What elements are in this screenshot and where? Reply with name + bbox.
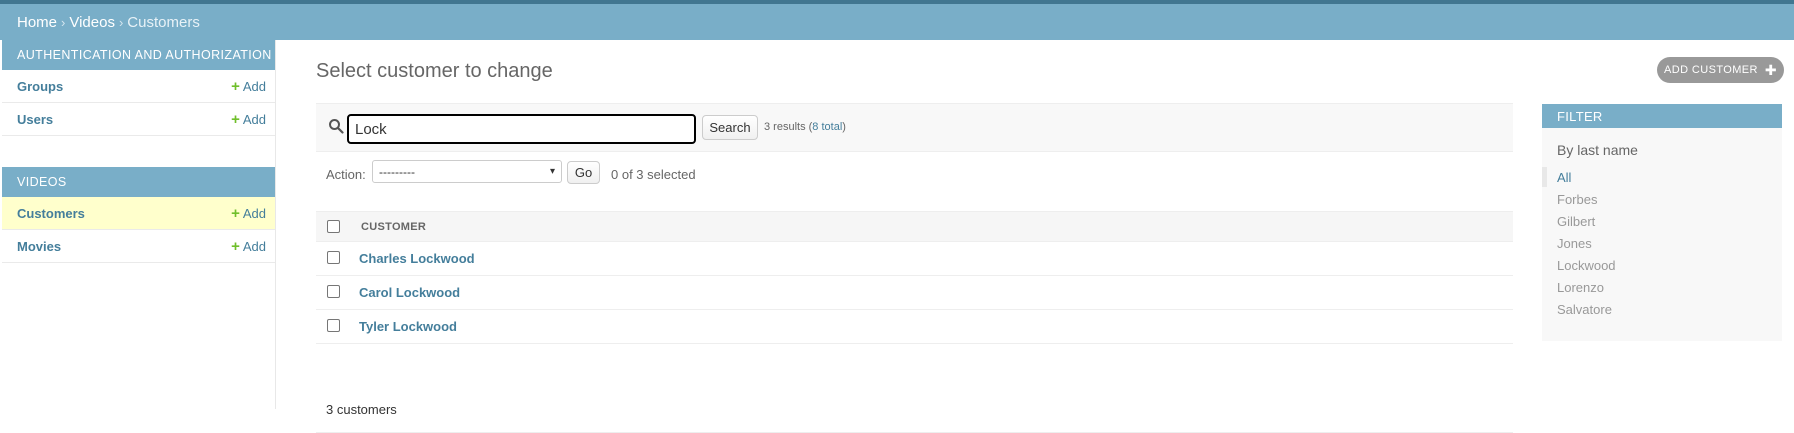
add-customer-label: ADD CUSTOMER [1664,64,1758,76]
breadcrumb-home-link[interactable]: Home [17,14,57,31]
column-header-customer[interactable]: CUSTOMER [361,221,426,233]
filter-item-all[interactable]: All [1542,166,1782,188]
customer-link[interactable]: Carol Lockwood [359,285,460,300]
add-link-label[interactable]: Add [243,112,266,127]
plus-icon: + [231,237,240,255]
action-select-value: --------- [379,164,415,179]
customer-link[interactable]: Charles Lockwood [359,251,475,266]
breadcrumb: Home › Videos › Customers [0,4,1794,40]
sidebar-item-groups[interactable]: Groups + Add [2,70,275,103]
search-button[interactable]: Search [702,115,758,140]
results-table: CUSTOMER Charles Lockwood Carol Lockwood… [316,211,1513,344]
filter-item-salvatore[interactable]: Salvatore [1542,298,1782,320]
table-row: Tyler Lockwood [316,310,1513,344]
breadcrumb-separator: › [118,14,124,30]
sidebar-item-users[interactable]: Users + Add [2,103,275,136]
result-count: 3 customers [326,402,397,417]
sidebar-nav: AUTHENTICATION AND AUTHORIZATION Groups … [0,40,276,409]
action-select[interactable]: --------- ▾ [372,160,562,183]
add-link-label[interactable]: Add [243,206,266,221]
add-group-link[interactable]: + Add [231,79,266,94]
table-row: Carol Lockwood [316,276,1513,310]
plus-icon: + [231,110,240,128]
add-customer-link[interactable]: + Add [231,206,266,221]
selected-count: 0 of 3 selected [611,167,696,182]
row-checkbox[interactable] [327,251,340,264]
row-checkbox[interactable] [327,319,340,332]
add-movie-link[interactable]: + Add [231,239,266,254]
sidebar-item-customers[interactable]: Customers + Add [2,197,275,230]
results-prefix: 3 results ( [764,121,813,133]
filter-item-forbes[interactable]: Forbes [1542,188,1782,210]
add-user-link[interactable]: + Add [231,112,266,127]
breadcrumb-videos-link[interactable]: Videos [69,14,115,31]
go-button[interactable]: Go [567,161,600,184]
plus-icon: ✚ [1764,61,1777,78]
add-customer-button[interactable]: ADD CUSTOMER ✚ [1657,57,1784,83]
sidebar-item-label[interactable]: Groups [17,79,63,94]
filter-item-jones[interactable]: Jones [1542,232,1782,254]
filter-subtitle: By last name [1557,142,1638,158]
search-toolbar: Search 3 results (8 total) [316,103,1513,152]
page-title: Select customer to change [316,60,553,82]
search-results-count: 3 results (8 total) [764,121,846,133]
results-suffix: ) [842,121,846,133]
row-checkbox[interactable] [327,285,340,298]
filter-list: All Forbes Gilbert Jones Lockwood Lorenz… [1542,166,1782,320]
chevron-down-icon: ▾ [549,166,555,177]
sidebar-item-movies[interactable]: Movies + Add [2,230,275,263]
module-caption-auth[interactable]: AUTHENTICATION AND AUTHORIZATION [2,40,275,70]
sidebar-item-label[interactable]: Movies [17,239,61,254]
breadcrumb-current: Customers [127,13,200,31]
sidebar-item-label[interactable]: Users [17,112,53,127]
filter-panel: FILTER By last name All Forbes Gilbert J… [1542,104,1782,341]
breadcrumb-separator: › [61,14,66,30]
select-all-checkbox[interactable] [327,220,340,233]
filter-title: FILTER [1542,104,1782,128]
plus-icon: + [231,204,240,222]
table-header: CUSTOMER [316,211,1513,242]
action-label: Action: [326,167,366,182]
total-link[interactable]: 8 total [812,121,842,133]
add-link-label[interactable]: Add [243,79,266,94]
search-input[interactable] [347,114,696,144]
table-row: Charles Lockwood [316,242,1513,276]
plus-icon: + [231,77,240,95]
paginator: 3 customers [316,389,1513,433]
search-icon [329,119,344,134]
filter-item-lorenzo[interactable]: Lorenzo [1542,276,1782,298]
actions-bar: Action: --------- ▾ Go 0 of 3 selected [316,155,1513,191]
filter-item-gilbert[interactable]: Gilbert [1542,210,1782,232]
add-link-label[interactable]: Add [243,239,266,254]
sidebar-item-label[interactable]: Customers [17,206,85,221]
customer-link[interactable]: Tyler Lockwood [359,319,457,334]
module-caption-videos[interactable]: VIDEOS [2,167,275,197]
filter-item-lockwood[interactable]: Lockwood [1542,254,1782,276]
